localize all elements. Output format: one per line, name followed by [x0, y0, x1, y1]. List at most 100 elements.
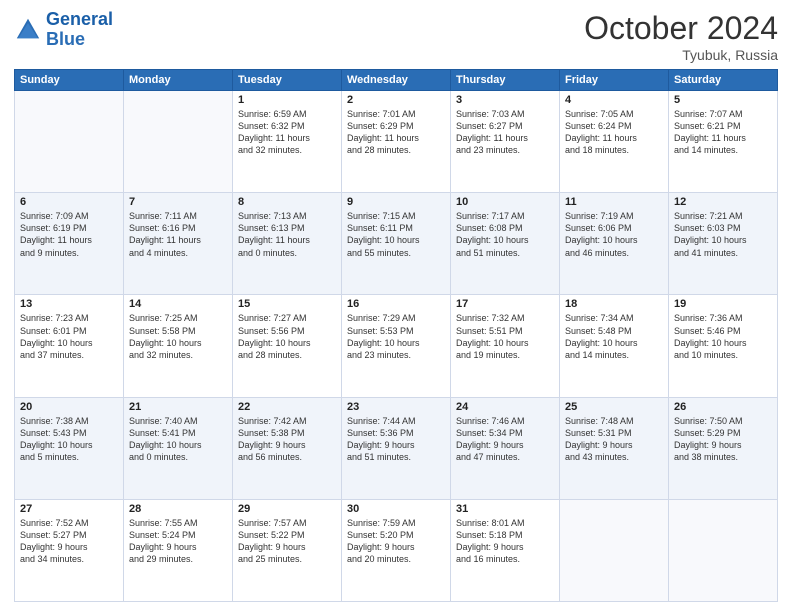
cell-content: Sunrise: 7:21 AM Sunset: 6:03 PM Dayligh… [674, 210, 772, 259]
calendar-cell: 19Sunrise: 7:36 AM Sunset: 5:46 PM Dayli… [669, 295, 778, 397]
logo: General Blue [14, 10, 113, 50]
day-number: 20 [20, 401, 118, 413]
cell-content: Sunrise: 7:09 AM Sunset: 6:19 PM Dayligh… [20, 210, 118, 259]
cell-content: Sunrise: 7:52 AM Sunset: 5:27 PM Dayligh… [20, 517, 118, 566]
calendar-cell: 28Sunrise: 7:55 AM Sunset: 5:24 PM Dayli… [124, 499, 233, 601]
header: General Blue October 2024 Tyubuk, Russia [14, 10, 778, 63]
cell-content: Sunrise: 7:23 AM Sunset: 6:01 PM Dayligh… [20, 312, 118, 361]
calendar-week-3: 20 Sunrise: 7:38 AM Sunset: 5:43 PM Dayli… [15, 397, 778, 499]
cell-content: Sunrise: 7:50 AM Sunset: 5:29 PM Dayligh… [674, 415, 772, 464]
cell-content: Sunrise: 7:29 AM Sunset: 5:53 PM Dayligh… [347, 312, 445, 361]
location: Tyubuk, Russia [584, 47, 778, 63]
page: General Blue October 2024 Tyubuk, Russia… [0, 0, 792, 612]
cell-content: Sunrise: 7:48 AM Sunset: 5:31 PM Dayligh… [565, 415, 663, 464]
day-number: 16 [347, 298, 445, 310]
calendar-cell: 26 Sunrise: 7:50 AM Sunset: 5:29 PM Dayli… [669, 397, 778, 499]
calendar-cell: 11 Sunrise: 7:19 AM Sunset: 6:06 PM Dayli… [560, 193, 669, 295]
calendar-cell: 25 Sunrise: 7:48 AM Sunset: 5:31 PM Dayli… [560, 397, 669, 499]
logo-general: General [46, 9, 113, 29]
cell-content: Sunrise: 7:07 AM Sunset: 6:21 PM Dayligh… [674, 108, 772, 157]
day-number: 2 [347, 94, 445, 106]
cell-content: Sunrise: 7:13 AM Sunset: 6:13 PM Dayligh… [238, 210, 336, 259]
calendar-cell: 27 Sunrise: 7:52 AM Sunset: 5:27 PM Dayli… [15, 499, 124, 601]
calendar-week-1: 6Sunrise: 7:09 AM Sunset: 6:19 PM Daylig… [15, 193, 778, 295]
cell-content: Sunrise: 7:34 AM Sunset: 5:48 PM Dayligh… [565, 312, 663, 361]
day-number: 11 [565, 196, 663, 208]
calendar-week-4: 27 Sunrise: 7:52 AM Sunset: 5:27 PM Dayli… [15, 499, 778, 601]
cell-content: Sunrise: 6:59 AM Sunset: 6:32 PM Dayligh… [238, 108, 336, 157]
day-number: 1 [238, 94, 336, 106]
cell-content: Sunrise: 7:19 AM Sunset: 6:06 PM Dayligh… [565, 210, 663, 259]
month-title: October 2024 [584, 10, 778, 47]
calendar-cell: 10 Sunrise: 7:17 AM Sunset: 6:08 PM Dayli… [451, 193, 560, 295]
calendar-week-0: 1 Sunrise: 6:59 AM Sunset: 6:32 PM Daylig… [15, 91, 778, 193]
calendar-table: Sunday Monday Tuesday Wednesday Thursday… [14, 69, 778, 602]
calendar-cell: 9 Sunrise: 7:15 AM Sunset: 6:11 PM Daylig… [342, 193, 451, 295]
logo-blue: Blue [46, 29, 85, 49]
cell-content: Sunrise: 7:59 AM Sunset: 5:20 PM Dayligh… [347, 517, 445, 566]
day-number: 21 [129, 401, 227, 413]
day-number: 3 [456, 94, 554, 106]
day-number: 9 [347, 196, 445, 208]
day-number: 12 [674, 196, 772, 208]
col-sunday: Sunday [15, 70, 124, 91]
day-number: 25 [565, 401, 663, 413]
cell-content: Sunrise: 7:40 AM Sunset: 5:41 PM Dayligh… [129, 415, 227, 464]
cell-content: Sunrise: 7:38 AM Sunset: 5:43 PM Dayligh… [20, 415, 118, 464]
cell-content: Sunrise: 7:32 AM Sunset: 5:51 PM Dayligh… [456, 312, 554, 361]
cell-content: Sunrise: 7:42 AM Sunset: 5:38 PM Dayligh… [238, 415, 336, 464]
day-number: 24 [456, 401, 554, 413]
day-number: 23 [347, 401, 445, 413]
cell-content: Sunrise: 7:46 AM Sunset: 5:34 PM Dayligh… [456, 415, 554, 464]
calendar-cell: 20 Sunrise: 7:38 AM Sunset: 5:43 PM Dayli… [15, 397, 124, 499]
day-number: 18 [565, 298, 663, 310]
cell-content: Sunrise: 7:05 AM Sunset: 6:24 PM Dayligh… [565, 108, 663, 157]
calendar-cell: 22 Sunrise: 7:42 AM Sunset: 5:38 PM Dayli… [233, 397, 342, 499]
col-wednesday: Wednesday [342, 70, 451, 91]
day-number: 17 [456, 298, 554, 310]
calendar-cell: 14Sunrise: 7:25 AM Sunset: 5:58 PM Dayli… [124, 295, 233, 397]
cell-content: Sunrise: 7:27 AM Sunset: 5:56 PM Dayligh… [238, 312, 336, 361]
calendar-week-2: 13 Sunrise: 7:23 AM Sunset: 6:01 PM Dayli… [15, 295, 778, 397]
cell-content: Sunrise: 8:01 AM Sunset: 5:18 PM Dayligh… [456, 517, 554, 566]
col-tuesday: Tuesday [233, 70, 342, 91]
calendar-cell [124, 91, 233, 193]
day-number: 27 [20, 503, 118, 515]
calendar-cell: 30Sunrise: 7:59 AM Sunset: 5:20 PM Dayli… [342, 499, 451, 601]
calendar-cell: 13 Sunrise: 7:23 AM Sunset: 6:01 PM Dayli… [15, 295, 124, 397]
calendar-cell: 16 Sunrise: 7:29 AM Sunset: 5:53 PM Dayli… [342, 295, 451, 397]
day-number: 13 [20, 298, 118, 310]
calendar-cell [560, 499, 669, 601]
cell-content: Sunrise: 7:57 AM Sunset: 5:22 PM Dayligh… [238, 517, 336, 566]
calendar-cell: 18 Sunrise: 7:34 AM Sunset: 5:48 PM Dayli… [560, 295, 669, 397]
cell-content: Sunrise: 7:15 AM Sunset: 6:11 PM Dayligh… [347, 210, 445, 259]
col-friday: Friday [560, 70, 669, 91]
day-number: 8 [238, 196, 336, 208]
col-monday: Monday [124, 70, 233, 91]
day-number: 10 [456, 196, 554, 208]
day-number: 22 [238, 401, 336, 413]
calendar-cell: 5Sunrise: 7:07 AM Sunset: 6:21 PM Daylig… [669, 91, 778, 193]
day-number: 19 [674, 298, 772, 310]
day-number: 7 [129, 196, 227, 208]
calendar-cell: 12 Sunrise: 7:21 AM Sunset: 6:03 PM Dayli… [669, 193, 778, 295]
header-row: Sunday Monday Tuesday Wednesday Thursday… [15, 70, 778, 91]
cell-content: Sunrise: 7:03 AM Sunset: 6:27 PM Dayligh… [456, 108, 554, 157]
day-number: 31 [456, 503, 554, 515]
day-number: 26 [674, 401, 772, 413]
col-thursday: Thursday [451, 70, 560, 91]
cell-content: Sunrise: 7:25 AM Sunset: 5:58 PM Dayligh… [129, 312, 227, 361]
calendar-cell: 15 Sunrise: 7:27 AM Sunset: 5:56 PM Dayli… [233, 295, 342, 397]
calendar-cell [15, 91, 124, 193]
logo-text: General Blue [46, 10, 113, 50]
day-number: 29 [238, 503, 336, 515]
calendar-cell: 23Sunrise: 7:44 AM Sunset: 5:36 PM Dayli… [342, 397, 451, 499]
cell-content: Sunrise: 7:17 AM Sunset: 6:08 PM Dayligh… [456, 210, 554, 259]
calendar-cell: 7Sunrise: 7:11 AM Sunset: 6:16 PM Daylig… [124, 193, 233, 295]
calendar-cell: 4Sunrise: 7:05 AM Sunset: 6:24 PM Daylig… [560, 91, 669, 193]
calendar-body: 1 Sunrise: 6:59 AM Sunset: 6:32 PM Daylig… [15, 91, 778, 602]
day-number: 15 [238, 298, 336, 310]
calendar-header: Sunday Monday Tuesday Wednesday Thursday… [15, 70, 778, 91]
logo-icon [14, 16, 42, 44]
calendar-cell: 24 Sunrise: 7:46 AM Sunset: 5:34 PM Dayli… [451, 397, 560, 499]
